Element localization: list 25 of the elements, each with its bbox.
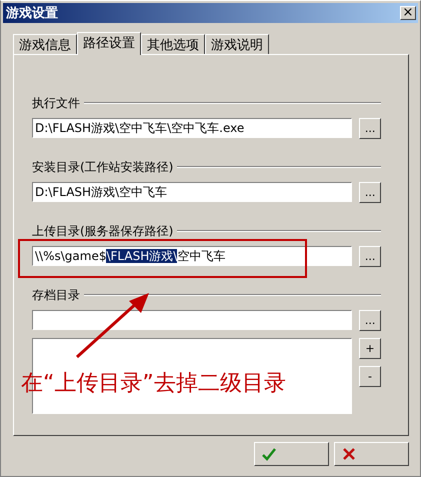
cross-icon bbox=[341, 446, 357, 462]
tab[interactable]: 游戏信息 bbox=[13, 34, 77, 54]
path-field[interactable]: D:\FLASH游戏\空中飞车 bbox=[32, 182, 352, 202]
remove-button[interactable]: - bbox=[359, 366, 381, 387]
group-label: 执行文件 bbox=[32, 94, 80, 112]
tab[interactable]: 路径设置 bbox=[77, 32, 141, 55]
browse-button[interactable]: ... bbox=[359, 310, 381, 331]
cancel-button[interactable] bbox=[334, 442, 409, 466]
annotation-text: 在“上传目录”去掉二级目录 bbox=[21, 370, 286, 398]
browse-button[interactable]: ... bbox=[359, 182, 381, 203]
ok-button[interactable] bbox=[254, 442, 329, 466]
group-label: 存档目录 bbox=[32, 286, 80, 304]
path-field[interactable] bbox=[32, 310, 352, 330]
tab[interactable]: 游戏说明 bbox=[205, 34, 269, 54]
window-title: 游戏设置 bbox=[6, 5, 58, 22]
group-label: 安装目录(工作站安装路径) bbox=[32, 158, 174, 176]
path-field[interactable]: \\%s\game$\FLASH游戏\空中飞车 bbox=[32, 246, 352, 266]
group-label: 上传目录(服务器保存路径) bbox=[32, 222, 174, 240]
browse-button[interactable]: ... bbox=[359, 118, 381, 139]
browse-button[interactable]: ... bbox=[359, 246, 381, 267]
tab[interactable]: 其他选项 bbox=[141, 34, 205, 54]
add-button[interactable]: + bbox=[359, 338, 381, 359]
path-field[interactable]: D:\FLASH游戏\空中飞车\空中飞车.exe bbox=[32, 118, 352, 138]
close-button[interactable]: × bbox=[400, 6, 416, 20]
check-icon bbox=[261, 446, 277, 462]
